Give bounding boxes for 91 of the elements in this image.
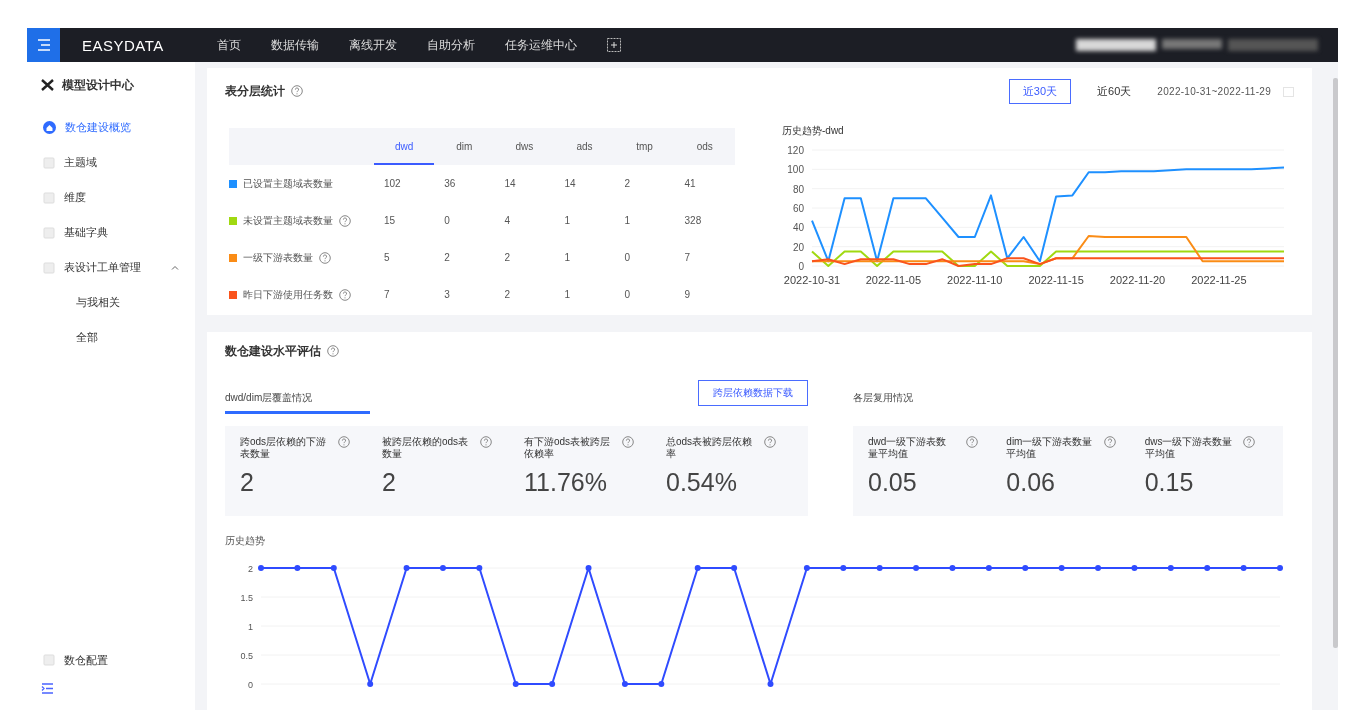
y-axis-label: 0 (798, 261, 804, 272)
chart-title: 历史趋势 (225, 534, 266, 549)
table-cell-text: 2 (443, 251, 451, 265)
layer-tab[interactable]: dws (494, 128, 555, 165)
card-title: 表分层统计 (225, 82, 285, 100)
x-axis-label: 2022-11-10 (947, 274, 1003, 286)
table-cell: 36 (434, 165, 495, 202)
metric-label: 被跨层依赖的ods表数量 (382, 436, 470, 461)
metric-label: 跨ods层依赖的下游表数量 (240, 436, 328, 461)
table-cell-text: 1 (563, 288, 572, 302)
y-axis-label: 40 (792, 222, 804, 234)
sidebar-subitem[interactable]: 全部 (27, 320, 195, 355)
download-button[interactable]: 跨层依赖数据下载 (698, 380, 808, 407)
date-range[interactable]: 2022-10-31~2022-11-29 (1157, 85, 1271, 97)
nav-link[interactable]: 首页 (217, 36, 241, 54)
metric-value: 0.05 (868, 468, 918, 498)
table-cell-text: 5 (382, 251, 391, 265)
y-axis-label: 0 (248, 680, 253, 691)
table-cell-text: 7 (683, 251, 692, 265)
row-label: 一级下游表数量 (243, 250, 313, 265)
table-cell-text: 4 (503, 214, 511, 228)
x-axis-label: 2022-11-25 (1191, 274, 1247, 286)
y-axis-label: 60 (792, 203, 804, 214)
table-cell: 41 (674, 165, 735, 202)
metric-value: 2 (382, 468, 397, 498)
metric-label: 有下游ods表被跨层依赖率 (524, 436, 612, 461)
app-logo: EASYDATA (82, 36, 165, 54)
layer-tab[interactable]: ads (554, 128, 615, 165)
table-cell-text: 1 (563, 251, 572, 265)
layer-tab[interactable]: ods (674, 128, 735, 165)
nav-link[interactable]: 自助分析 (427, 36, 475, 54)
x-axis-label: 2022-10-31 (783, 274, 841, 286)
y-axis-label: 1.5 (240, 593, 253, 604)
row-label: 未设置主题域表数量 (243, 213, 333, 228)
table-cell-text: 15 (382, 214, 397, 228)
table-cell: 2 (614, 165, 675, 202)
section-tab[interactable]: 各层复用情况 (853, 386, 998, 415)
metric-label: dws一级下游表数量平均值 (1144, 436, 1233, 461)
table-cell: 102 (373, 165, 435, 202)
row-label: 已设置主题域表数量 (243, 176, 333, 191)
table-cell: 14 (494, 165, 555, 202)
table-cell-text: 2 (503, 288, 511, 302)
metric-value: 0.54% (666, 468, 738, 498)
table-cell: 14 (554, 165, 615, 202)
sidebar-item[interactable]: 维度 (27, 180, 195, 215)
layer-tab[interactable]: dim (434, 128, 495, 165)
sidebar-item[interactable]: 数仓建设概览 (27, 110, 195, 145)
metric-label: dim一级下游表数量平均值 (1006, 436, 1094, 461)
y-axis-label: 100 (787, 164, 804, 176)
table-cell-text: 0 (623, 251, 632, 265)
table-cell-text: 0 (623, 288, 632, 302)
row-label: 昨日下游使用任务数 (243, 287, 333, 302)
sidebar-subitem[interactable]: 与我相关 (27, 285, 195, 320)
y-axis-label: 20 (792, 241, 804, 253)
metric-value: 0.15 (1144, 468, 1195, 498)
sidebar-item[interactable]: 数仓配置 (27, 645, 195, 675)
table-cell-text: 2 (503, 251, 511, 265)
metric-value: 11.76% (524, 468, 608, 498)
x-axis-label: 2022-11-20 (1109, 274, 1166, 286)
table-cell-text: 328 (683, 214, 703, 228)
sidebar-item[interactable]: 表设计工单管理 (27, 250, 195, 285)
layer-tab[interactable]: dwd (373, 128, 435, 165)
y-axis-label: 80 (792, 183, 804, 195)
card-title: 数仓建设水平评估 (225, 342, 321, 360)
table-cell-text: 9 (683, 288, 692, 302)
range-button[interactable]: 近30天 (1008, 78, 1072, 104)
nav-link[interactable]: 数据传输 (271, 36, 319, 54)
y-axis-label: 2 (248, 564, 253, 575)
metric-label: dwd一级下游表数量平均值 (868, 436, 948, 461)
metric-value: 2 (240, 468, 255, 498)
table-cell-text: 7 (382, 288, 391, 302)
metric-value: 0.06 (1006, 468, 1056, 498)
y-axis-label: 0.5 (240, 651, 253, 662)
sidebar-item[interactable]: 基础字典 (27, 215, 195, 250)
x-axis-label: 2022-11-05 (865, 274, 922, 286)
nav-link[interactable]: 离线开发 (349, 36, 397, 54)
chart-title: 历史趋势-dwd (782, 124, 845, 138)
table-cell-text: 0 (443, 214, 451, 228)
table-cell-text: 1 (563, 214, 572, 228)
sidebar-item[interactable]: 主题域 (27, 145, 195, 180)
sidebar-title: 模型设计中心 (62, 76, 134, 94)
range-button[interactable]: 近60天 (1083, 78, 1146, 104)
y-axis-label: 1 (248, 622, 253, 633)
table-cell-text: 3 (443, 288, 451, 302)
nav-link[interactable]: 任务运维中心 (505, 36, 577, 54)
metric-label: 总ods表被跨层依赖率 (666, 436, 754, 461)
layer-tab[interactable]: tmp (614, 128, 675, 165)
section-tab[interactable]: dwd/dim层覆盖情况 (225, 386, 370, 415)
y-axis-label: 120 (787, 145, 804, 156)
x-axis-label: 2022-11-15 (1028, 274, 1084, 286)
table-cell-text: 1 (623, 214, 632, 228)
